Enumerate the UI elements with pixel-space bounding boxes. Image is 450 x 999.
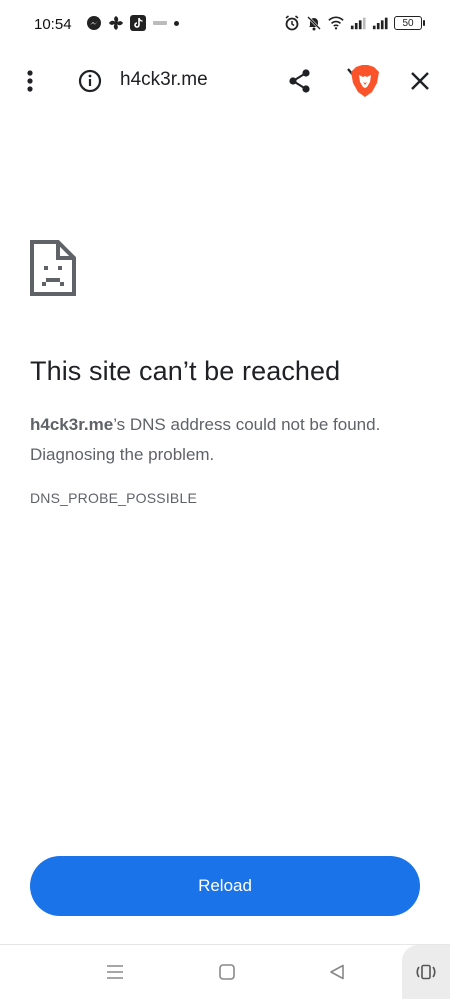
site-info-button[interactable]	[76, 67, 104, 95]
battery-indicator: 50	[394, 16, 425, 30]
more-notifications-dot	[174, 20, 179, 26]
system-icons: 50	[284, 15, 425, 31]
error-title: This site can’t be reached	[30, 356, 341, 386]
messenger-icon	[87, 16, 101, 30]
error-code: DNS_PROBE_POSSIBLE	[30, 490, 197, 506]
status-bar: 10:54 50	[0, 0, 450, 50]
reload-button[interactable]: Reload	[30, 856, 420, 916]
menu-lines-icon	[107, 965, 123, 979]
square-home-icon	[219, 964, 235, 980]
error-description: h4ck3r.me’s DNS address could not be fou…	[30, 410, 420, 470]
info-icon	[78, 69, 102, 93]
url-text[interactable]: h4ck3r.me	[120, 69, 208, 91]
status-time: 10:54	[34, 16, 72, 33]
rotate-icon	[416, 964, 436, 980]
triangle-back-icon	[330, 964, 344, 980]
sad-page-icon	[30, 240, 76, 296]
tiktok-icon	[130, 15, 146, 31]
rotate-screen-button[interactable]	[402, 945, 450, 999]
brave-lion-icon	[347, 65, 379, 97]
menu-button[interactable]	[16, 67, 44, 95]
browser-toolbar: h4ck3r.me	[0, 55, 450, 107]
alarm-icon	[285, 15, 299, 31]
home-button[interactable]	[212, 957, 242, 987]
navigation-bar	[0, 945, 450, 999]
share-icon	[289, 69, 310, 93]
close-icon	[411, 72, 429, 90]
recents-button[interactable]	[100, 957, 130, 987]
share-button[interactable]	[286, 67, 314, 95]
mute-icon	[307, 16, 321, 31]
signal-icon-2	[372, 17, 388, 30]
back-button[interactable]	[322, 957, 352, 987]
fan-app-icon	[109, 16, 123, 30]
small-app-icon	[153, 21, 167, 25]
close-button[interactable]	[406, 67, 434, 95]
signal-icon-1	[350, 17, 366, 30]
notification-icons	[86, 15, 179, 31]
wifi-icon	[328, 16, 344, 30]
error-domain: h4ck3r.me	[30, 415, 114, 434]
brave-shields-button[interactable]	[346, 63, 384, 99]
more-vert-icon	[27, 70, 33, 92]
